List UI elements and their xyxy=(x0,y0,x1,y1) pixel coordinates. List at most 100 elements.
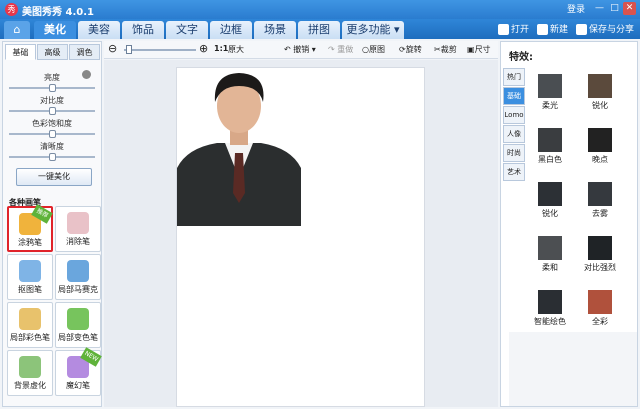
effect-thumb[interactable]: 锐化 xyxy=(575,74,625,111)
recolor-icon xyxy=(67,308,89,330)
zoom-knob[interactable] xyxy=(126,45,132,54)
open-button[interactable]: 打开 xyxy=(497,22,529,35)
tool-recolor-brush[interactable]: 局部变色笔 xyxy=(55,302,101,348)
tab-collage[interactable]: 拼图 xyxy=(298,21,340,39)
tab-frame[interactable]: 边框 xyxy=(210,21,252,39)
mosaic-icon xyxy=(67,260,89,282)
effect-preview xyxy=(538,290,562,314)
rotate-button[interactable]: ⟳旋转 xyxy=(399,44,422,55)
category-hot[interactable]: 热门 xyxy=(503,68,525,86)
minimize-button[interactable]: — xyxy=(593,2,606,15)
effect-preview xyxy=(538,74,562,98)
effect-preview xyxy=(538,236,562,260)
effect-thumb[interactable]: 黑白色 xyxy=(525,128,575,165)
maximize-button[interactable]: □ xyxy=(608,2,621,15)
category-fashion[interactable]: 时尚 xyxy=(503,144,525,162)
brightness-label: 亮度 xyxy=(44,73,60,82)
tab-text[interactable]: 文字 xyxy=(166,21,208,39)
contrast-slider[interactable] xyxy=(9,107,95,115)
effect-thumb[interactable]: 全彩 xyxy=(575,290,625,327)
file-actions: 打开 新建 保存与分享 xyxy=(497,22,634,35)
saturation-control: 色彩饱和度 xyxy=(9,118,95,138)
one-key-beautify-button[interactable]: 一键美化 xyxy=(16,168,92,186)
crop-button[interactable]: ✂裁剪 xyxy=(434,44,457,55)
main-nav: ⌂ 美化 美容 饰品 文字 边框 场景 拼图 更多功能 ▾ 打开 新建 保存与分… xyxy=(0,19,640,39)
app-logo-icon: 秀 xyxy=(5,3,18,16)
canvas-area xyxy=(104,60,498,407)
slider-knob[interactable] xyxy=(49,130,56,138)
tab-beauty[interactable]: 美容 xyxy=(78,21,120,39)
subtab-advanced[interactable]: 高级 xyxy=(37,44,68,60)
tool-magic-brush[interactable]: 魔幻笔 NEW xyxy=(55,347,102,396)
workspace: 基础 高级 调色 亮度 对比度 色彩饱和度 清晰度 一键美化 各种画笔 涂鸦笔 … xyxy=(0,39,640,409)
plus-icon xyxy=(536,24,548,35)
effect-thumb[interactable]: 对比强烈 xyxy=(575,236,625,273)
effect-thumb[interactable]: 锐化 xyxy=(525,182,575,219)
photo-canvas[interactable] xyxy=(176,67,425,407)
category-lomo[interactable]: Lomo xyxy=(503,106,525,124)
effect-preview xyxy=(588,74,612,98)
window-controls: 登录 — □ ✕ xyxy=(567,2,636,15)
effect-thumb[interactable]: 去雾 xyxy=(575,182,625,219)
redo-button[interactable]: ↷ 重做 xyxy=(328,44,353,55)
left-panel: 基础 高级 调色 亮度 对比度 色彩饱和度 清晰度 一键美化 各种画笔 涂鸦笔 … xyxy=(2,41,102,407)
tab-more[interactable]: 更多功能 ▾ xyxy=(342,21,404,39)
saturation-slider[interactable] xyxy=(9,130,95,138)
tool-mosaic-brush[interactable]: 局部马赛克 xyxy=(55,254,101,300)
effect-thumb[interactable]: 柔光 xyxy=(525,74,575,111)
eraser-icon xyxy=(67,212,89,234)
subtab-basic[interactable]: 基础 xyxy=(5,44,36,60)
sharpness-slider[interactable] xyxy=(9,153,95,161)
tab-beautify[interactable]: 美化 xyxy=(34,21,76,39)
subtab-color[interactable]: 调色 xyxy=(69,44,100,60)
category-art[interactable]: 艺术 xyxy=(503,163,525,181)
edit-toolbar: ⊖ ⊕ 1:1 原大 ↶ 撤销 ▾ ↷ 重做 ○原图 ⟳旋转 ✂裁剪 ▣尺寸 xyxy=(104,41,498,59)
blur-icon xyxy=(19,356,41,378)
actual-size-ratio[interactable]: 1:1 xyxy=(214,44,228,53)
category-portrait[interactable]: 人像 xyxy=(503,125,525,143)
brightness-control: 亮度 xyxy=(9,72,95,92)
actual-size-button[interactable]: 原大 xyxy=(228,44,244,55)
zoom-out-button[interactable]: ⊖ xyxy=(108,42,117,55)
paintbrush-icon xyxy=(19,308,41,330)
tool-graffiti-brush[interactable]: 涂鸦笔 推荐 xyxy=(7,204,53,252)
house-icon: ⌂ xyxy=(13,23,21,36)
slider-knob[interactable] xyxy=(49,153,56,161)
slider-knob[interactable] xyxy=(49,84,56,92)
size-button[interactable]: ▣尺寸 xyxy=(467,44,491,55)
close-button[interactable]: ✕ xyxy=(623,2,636,15)
tab-scene[interactable]: 场景 xyxy=(254,21,296,39)
folder-icon xyxy=(497,24,509,35)
effects-title: 特效: xyxy=(509,52,533,63)
zoom-in-button[interactable]: ⊕ xyxy=(199,42,208,55)
tool-color-brush[interactable]: 局部彩色笔 xyxy=(7,302,53,348)
login-link[interactable]: 登录 xyxy=(567,2,585,15)
effect-preview xyxy=(538,182,562,206)
category-basic[interactable]: 基础 xyxy=(503,87,525,105)
contrast-label: 对比度 xyxy=(40,96,64,105)
effect-preview xyxy=(538,128,562,152)
brightness-slider[interactable] xyxy=(9,84,95,92)
new-button[interactable]: 新建 xyxy=(536,22,568,35)
effect-thumb[interactable]: 智能绘色 xyxy=(525,290,575,327)
tool-eraser-brush[interactable]: 消除笔 xyxy=(55,206,101,252)
home-tab[interactable]: ⌂ xyxy=(4,21,30,39)
tool-cutout-brush[interactable]: 抠图笔 xyxy=(7,254,53,300)
app-title: 美图秀秀 4.0.1 xyxy=(22,7,94,18)
tool-blur-background[interactable]: 背景虚化 xyxy=(7,350,53,396)
original-button[interactable]: ○原图 xyxy=(362,44,385,55)
effect-preview xyxy=(588,182,612,206)
contrast-control: 对比度 xyxy=(9,95,95,115)
slider-knob[interactable] xyxy=(49,107,56,115)
sharpness-label: 清晰度 xyxy=(40,142,64,151)
effects-panel: 特效: 热门 基础 Lomo 人像 时尚 艺术 柔光 锐化 黑白色 晚点 锐化 … xyxy=(500,41,638,407)
effect-preview xyxy=(588,128,612,152)
save-icon xyxy=(575,24,587,35)
tab-accessories[interactable]: 饰品 xyxy=(122,21,164,39)
zoom-slider[interactable] xyxy=(124,49,196,51)
undo-button[interactable]: ↶ 撤销 ▾ xyxy=(284,44,316,55)
effect-thumb[interactable]: 晚点 xyxy=(575,128,625,165)
save-share-button[interactable]: 保存与分享 xyxy=(575,22,634,35)
cutout-icon xyxy=(19,260,41,282)
effect-thumb[interactable]: 柔和 xyxy=(525,236,575,273)
